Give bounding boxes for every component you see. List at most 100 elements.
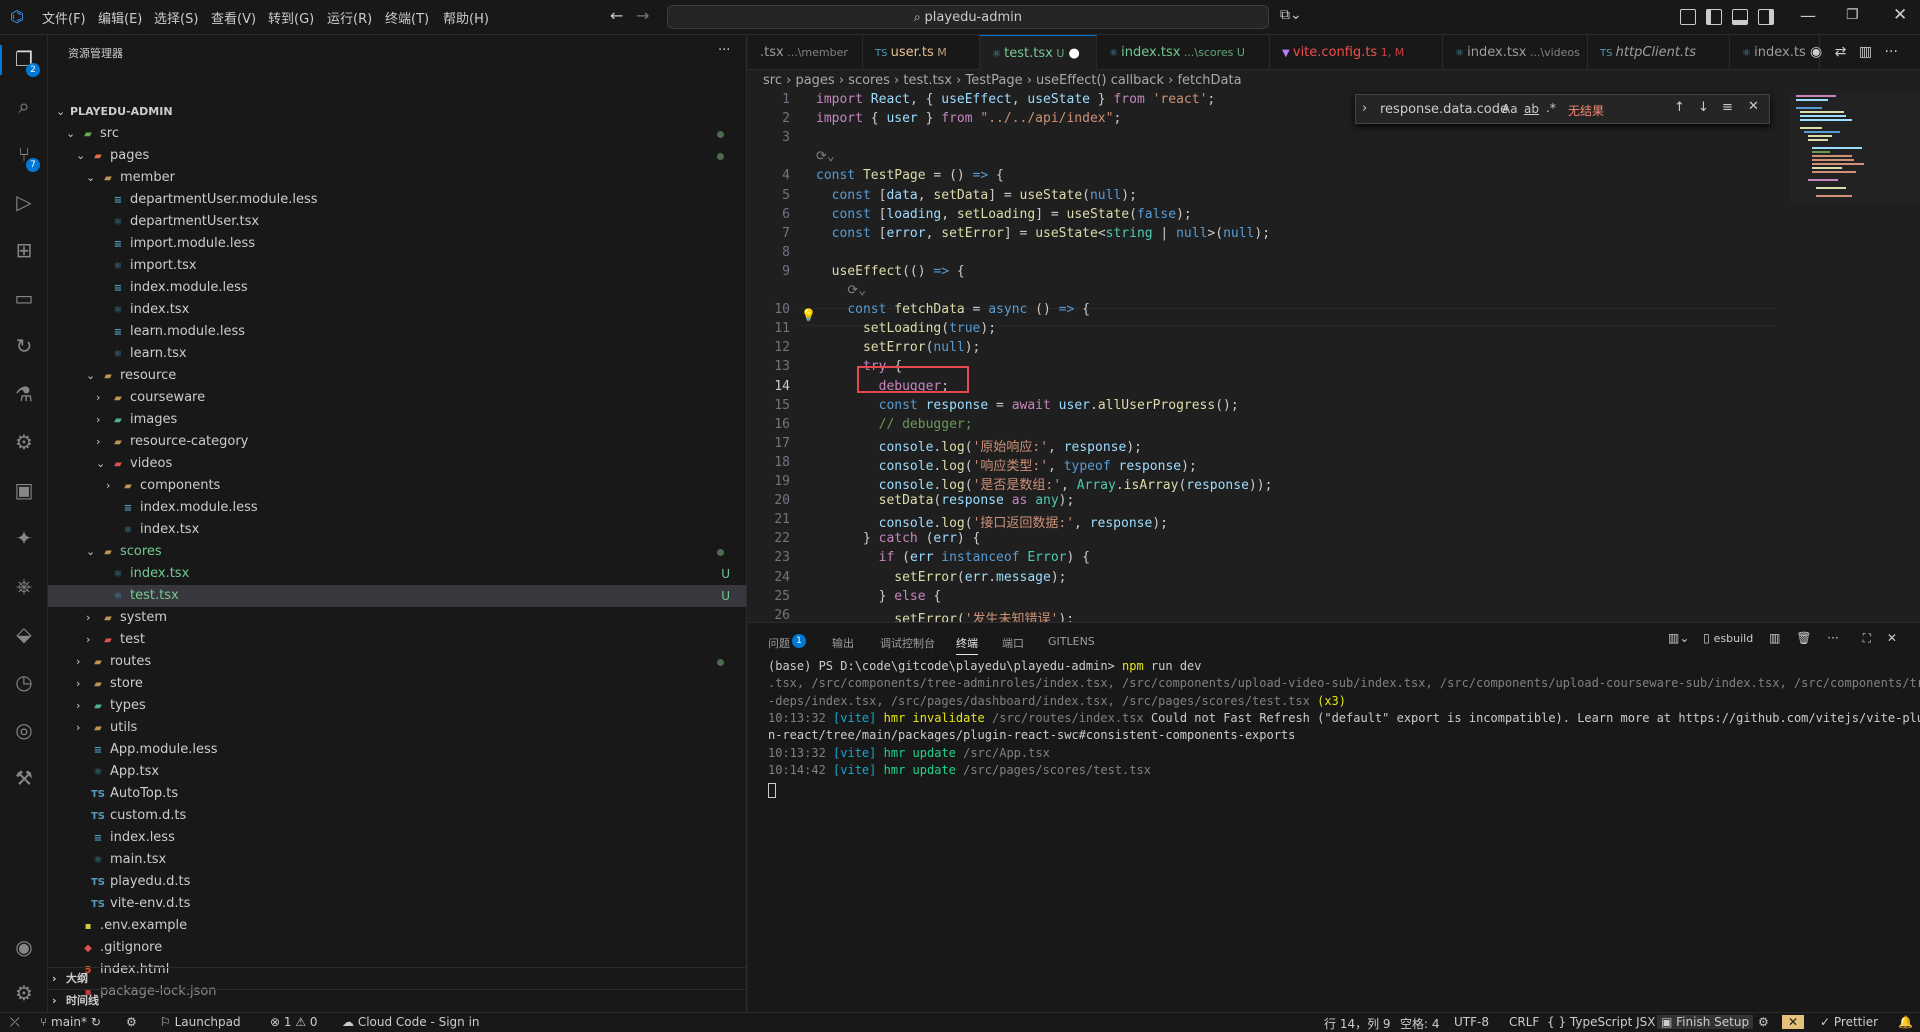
- prettier-status[interactable]: ✓ Prettier: [1820, 1015, 1878, 1029]
- no-bell-status[interactable]: ✕: [1782, 1015, 1805, 1029]
- copilot-status-icon[interactable]: ⚙: [1758, 1015, 1769, 1029]
- testing-icon[interactable]: ⚗: [12, 382, 36, 406]
- tree-item[interactable]: ⚛ App.tsx: [48, 761, 746, 783]
- minimize-icon[interactable]: —: [1800, 6, 1816, 25]
- code-line[interactable]: ⟳⌄: [816, 149, 835, 164]
- timeline-icon[interactable]: ◷: [12, 670, 36, 694]
- run-debug-icon[interactable]: ▷: [12, 190, 36, 214]
- gitlens-status-icon[interactable]: ⚙: [126, 1015, 137, 1029]
- code-line[interactable]: ⟳⌄: [816, 283, 866, 298]
- next-match-icon[interactable]: ↓: [1698, 100, 1709, 115]
- search-icon[interactable]: ⌕: [12, 94, 36, 118]
- forward-arrow-icon[interactable]: →: [636, 6, 649, 25]
- match-case-toggle[interactable]: Aa: [1502, 102, 1518, 116]
- find-in-selection-icon[interactable]: ≡: [1722, 100, 1733, 115]
- editor-tab[interactable]: TS user.ts M: [863, 35, 980, 70]
- notifications-icon[interactable]: 🔔: [1898, 1015, 1913, 1029]
- code-line[interactable]: } else {: [816, 589, 942, 604]
- tree-item[interactable]: › ▰ components: [48, 475, 746, 497]
- editor-tab[interactable]: TS httpClient.ts: [1588, 35, 1730, 70]
- code-line[interactable]: import { user } from "../../api/index";: [816, 111, 1121, 126]
- launchpad-status[interactable]: ⚐ Launchpad: [160, 1015, 241, 1029]
- menu-3[interactable]: 查看(V): [211, 8, 256, 27]
- code-line[interactable]: const [loading, setLoading] = useState(f…: [816, 207, 1192, 222]
- code-line[interactable]: } catch (err) {: [816, 531, 980, 546]
- tree-item[interactable]: ⌄ PLAYEDU-ADMIN: [48, 101, 746, 123]
- tree-item[interactable]: ⚛ index.tsx U: [48, 563, 746, 585]
- code-editor[interactable]: 💡 1 import React, { useEffect, useState }…: [748, 92, 1788, 627]
- editor-tab[interactable]: ⚛ test.tsx U ●: [980, 35, 1097, 70]
- code-line[interactable]: if (err instanceof Error) {: [816, 550, 1090, 565]
- previous-match-icon[interactable]: ↑: [1674, 100, 1685, 115]
- code-line[interactable]: useEffect(() => {: [816, 264, 965, 279]
- tree-item[interactable]: ≡ learn.module.less: [48, 321, 746, 343]
- copilot-icon[interactable]: ⧉⌄: [1280, 7, 1302, 23]
- close-find-icon[interactable]: ✕: [1748, 99, 1759, 114]
- unsaved-dot-icon[interactable]: ●: [1064, 46, 1080, 61]
- tree-item[interactable]: ⚛ departmentUser.tsx: [48, 211, 746, 233]
- breadcrumb-item[interactable]: scores: [848, 73, 890, 88]
- remote-icon[interactable]: ⤫: [10, 1015, 20, 1030]
- panel-tab[interactable]: GITLENS: [1048, 635, 1095, 648]
- copilot-chat-icon[interactable]: ◉: [1810, 44, 1822, 60]
- code-line[interactable]: console.log('接口返回数据:', response);: [816, 512, 1168, 531]
- restore-icon[interactable]: ❐: [1846, 7, 1859, 23]
- menu-6[interactable]: 终端(T): [385, 8, 429, 27]
- code-line[interactable]: const [error, setError] = useState<strin…: [816, 226, 1270, 241]
- toggle-panel-icon[interactable]: [1732, 9, 1748, 25]
- tree-item[interactable]: › ▰ routes: [48, 651, 746, 673]
- cursor-position[interactable]: 行 14，列 9: [1324, 1015, 1391, 1032]
- tree-item[interactable]: ⚛ index.tsx: [48, 519, 746, 541]
- split-terminal-icon[interactable]: ▥: [1769, 631, 1780, 645]
- code-line[interactable]: const response = await user.allUserProgr…: [816, 398, 1239, 413]
- menu-0[interactable]: 文件(F): [42, 8, 86, 27]
- more-actions-icon[interactable]: ···: [1885, 44, 1898, 60]
- tree-item[interactable]: › ▰ courseware: [48, 387, 746, 409]
- tree-item[interactable]: ⚛ import.tsx: [48, 255, 746, 277]
- code-line[interactable]: console.log('是否是数组:', Array.isArray(resp…: [816, 474, 1273, 493]
- tree-item[interactable]: ⌄ ▰ videos: [48, 453, 746, 475]
- tree-item[interactable]: ⚛ learn.tsx: [48, 343, 746, 365]
- split-editor-icon[interactable]: ▥: [1859, 44, 1872, 60]
- tree-item[interactable]: ≡ App.module.less: [48, 739, 746, 761]
- live-share-icon[interactable]: ↻: [12, 334, 36, 358]
- code-line[interactable]: setError(null);: [816, 340, 980, 355]
- tree-item[interactable]: › ▰ system: [48, 607, 746, 629]
- minimap[interactable]: [1790, 92, 1920, 617]
- menu-7[interactable]: 帮助(H): [443, 8, 489, 27]
- tree-item[interactable]: ≡ index.less: [48, 827, 746, 849]
- timeline-section[interactable]: › 时间线: [48, 989, 746, 1011]
- editor-tab[interactable]: ⚛ index.tsx ...\scores U: [1097, 35, 1270, 70]
- tools-icon[interactable]: ⚒: [12, 766, 36, 790]
- docker-icon[interactable]: ⬙: [12, 622, 36, 646]
- end-of-line[interactable]: CRLF: [1509, 1015, 1539, 1029]
- remote-explorer-icon[interactable]: ▭: [12, 286, 36, 310]
- tree-item[interactable]: › ▰ utils: [48, 717, 746, 739]
- gitlens-icon[interactable]: ⚙: [12, 430, 36, 454]
- tree-item[interactable]: ≡ index.module.less: [48, 277, 746, 299]
- back-arrow-icon[interactable]: ←: [610, 6, 623, 25]
- code-line[interactable]: console.log('响应类型:', typeof response);: [816, 455, 1197, 474]
- regex-toggle[interactable]: .*: [1546, 101, 1556, 115]
- tree-item[interactable]: ≡ departmentUser.module.less: [48, 189, 746, 211]
- more-actions-icon[interactable]: ···: [1827, 631, 1838, 645]
- panel-tab[interactable]: 输出: [832, 635, 854, 651]
- find-input[interactable]: response.data.code: [1380, 102, 1508, 117]
- extensions-icon[interactable]: ⊞: [12, 238, 36, 262]
- account-icon[interactable]: ◉: [12, 935, 36, 959]
- tree-item[interactable]: TS custom.d.ts: [48, 805, 746, 827]
- github-actions-icon[interactable]: ◎: [12, 718, 36, 742]
- menu-2[interactable]: 选择(S): [154, 8, 198, 27]
- match-word-toggle[interactable]: ab: [1524, 102, 1539, 116]
- menu-5[interactable]: 运行(R): [327, 8, 372, 27]
- branch-status[interactable]: ⑂ main* ↻: [40, 1015, 101, 1029]
- layout-icon[interactable]: ▥⌄: [1668, 631, 1689, 645]
- breadcrumb-item[interactable]: TestPage: [966, 73, 1023, 88]
- toggle-replace-icon[interactable]: ›: [1362, 101, 1367, 116]
- tree-item[interactable]: TS AutoTop.ts: [48, 783, 746, 805]
- tree-item[interactable]: TS playedu.d.ts: [48, 871, 746, 893]
- breadcrumb-item[interactable]: src: [763, 73, 782, 88]
- tree-item[interactable]: ⚛ index.tsx: [48, 299, 746, 321]
- lightbulb-icon[interactable]: 💡: [801, 308, 816, 322]
- kill-terminal-icon[interactable]: 🗑: [1796, 631, 1811, 645]
